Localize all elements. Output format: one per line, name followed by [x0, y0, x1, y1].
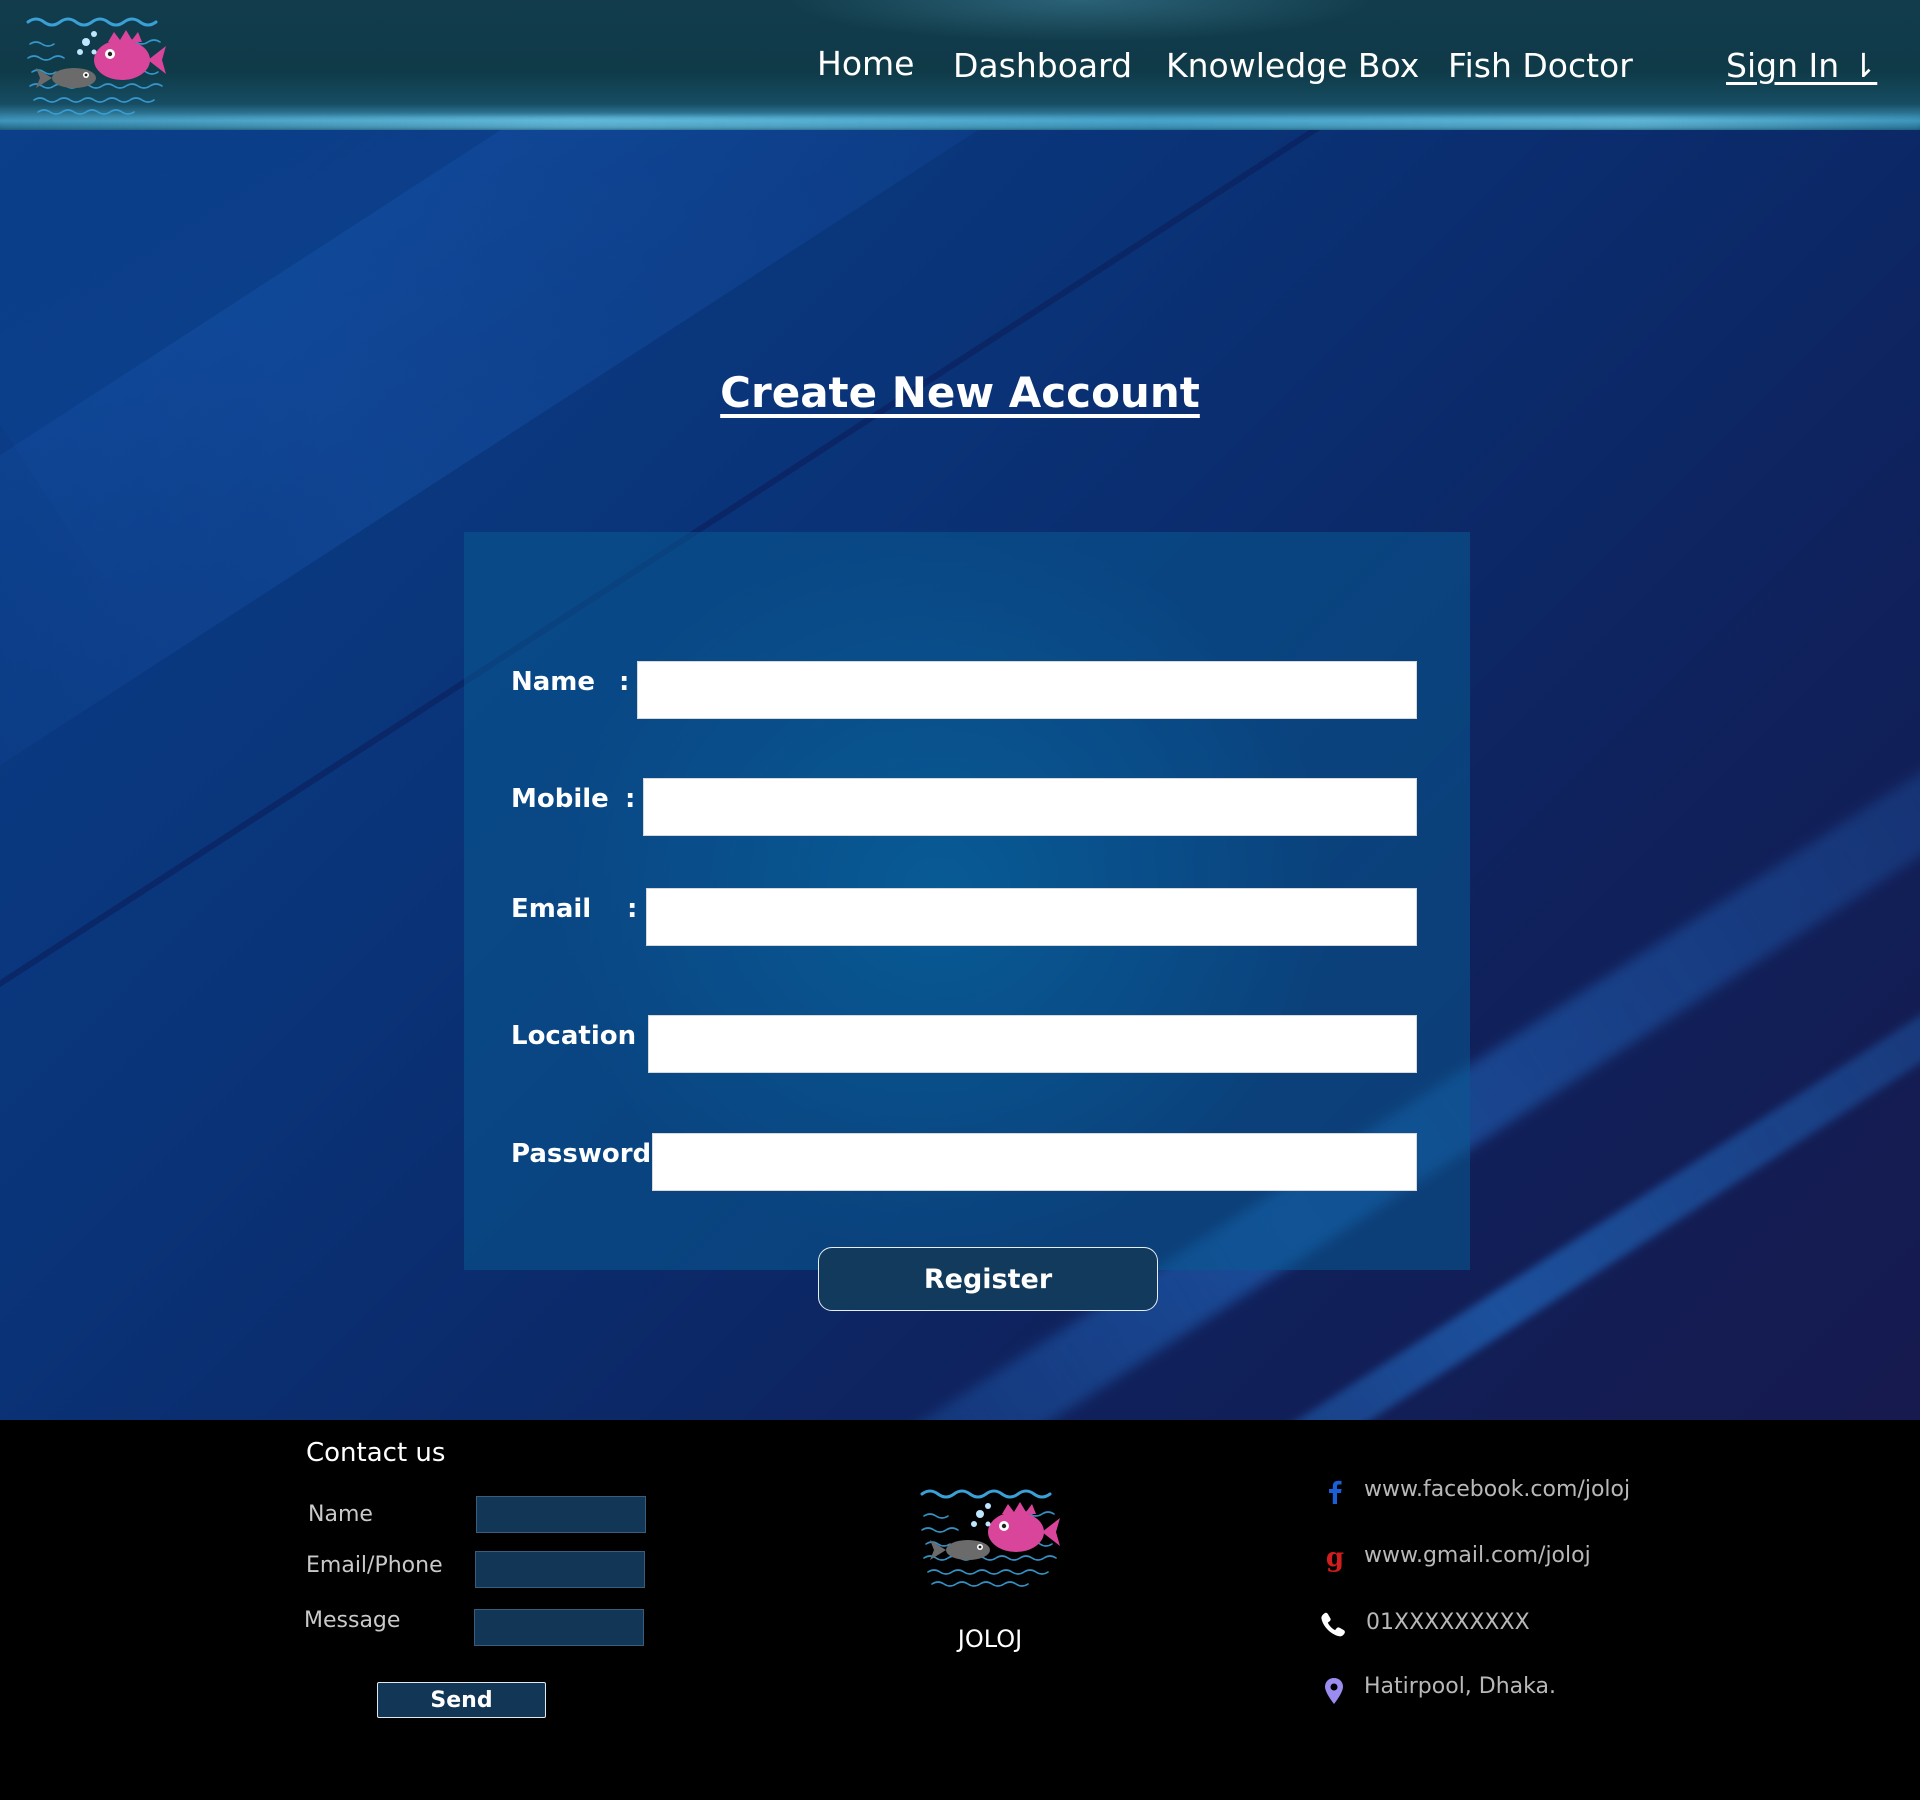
nav-fish-doctor[interactable]: Fish Doctor	[1448, 46, 1633, 94]
location-input[interactable]	[648, 1015, 1417, 1073]
fish-logo-icon[interactable]	[24, 12, 172, 122]
name-input[interactable]	[637, 661, 1417, 719]
facebook-link[interactable]: www.facebook.com/joloj	[1364, 1477, 1630, 1502]
location-text: Hatirpool, Dhaka.	[1364, 1674, 1556, 1699]
email-input[interactable]	[646, 888, 1417, 946]
name-colon: :	[619, 667, 630, 697]
fish-logo-icon	[920, 1489, 1060, 1587]
nav-home[interactable]: Home	[817, 44, 914, 92]
location-pin-icon	[1325, 1678, 1343, 1704]
footer-message-input[interactable]	[474, 1609, 644, 1646]
send-button[interactable]: Send	[377, 1682, 546, 1718]
mobile-label: Mobile	[511, 784, 609, 814]
footer-name-input[interactable]	[476, 1496, 646, 1533]
footer-brand-name: JOLOJ	[957, 1625, 1023, 1653]
phone-number: 01XXXXXXXXX	[1366, 1610, 1530, 1635]
footer-name-label: Name	[308, 1502, 373, 1527]
password-label: Password:	[511, 1139, 662, 1169]
nav-sign-in[interactable]: Sign In ⇂	[1726, 46, 1877, 94]
password-input[interactable]	[652, 1133, 1417, 1191]
footer-email-phone-input[interactable]	[475, 1551, 645, 1588]
mobile-input[interactable]	[643, 778, 1417, 836]
name-label: Name	[511, 667, 596, 697]
mobile-colon: :	[625, 784, 636, 814]
nav-knowledge-box[interactable]: Knowledge Box	[1166, 46, 1419, 94]
email-colon: :	[627, 894, 638, 924]
main-content: Create New Account Name : Mobile : Email…	[0, 130, 1920, 1420]
phone-icon	[1321, 1612, 1345, 1637]
google-icon[interactable]: g	[1320, 1544, 1350, 1574]
location-label: Location :	[511, 1021, 656, 1051]
site-header: Home Dashboard Knowledge Box Fish Doctor…	[0, 0, 1920, 130]
facebook-icon[interactable]	[1320, 1477, 1350, 1507]
register-button[interactable]: Register	[818, 1247, 1158, 1311]
site-footer: Contact us Name Email/Phone Message Send…	[0, 1420, 1920, 1800]
gmail-link[interactable]: www.gmail.com/joloj	[1364, 1543, 1591, 1568]
page-title: Create New Account	[720, 368, 1200, 417]
footer-message-label: Message	[304, 1608, 401, 1633]
nav-dashboard[interactable]: Dashboard	[953, 46, 1132, 94]
svg-text:g: g	[1326, 1544, 1344, 1573]
footer-email-phone-label: Email/Phone	[306, 1553, 443, 1578]
registration-form: Name : Mobile : Email : Location : Passw…	[464, 532, 1470, 1270]
contact-us-title: Contact us	[306, 1438, 446, 1468]
email-label: Email	[511, 894, 592, 924]
